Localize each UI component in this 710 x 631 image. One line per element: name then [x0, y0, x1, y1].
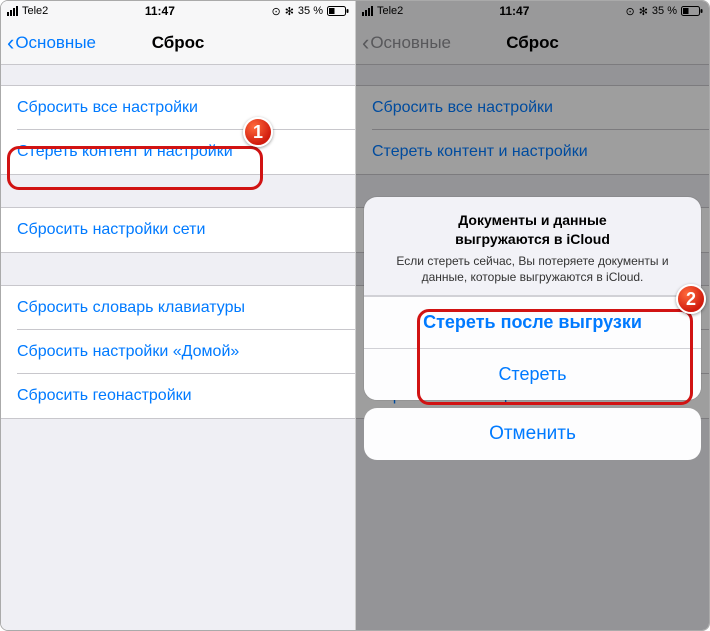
- sheet-title: Документы и данные выгружаются в iCloud: [382, 211, 683, 249]
- signal-icon: [7, 6, 18, 16]
- settings-list: Сбросить все настройки Стереть контент и…: [1, 65, 355, 419]
- chevron-left-icon: ‹: [7, 32, 14, 54]
- group-3: Сбросить словарь клавиатуры Сбросить нас…: [1, 285, 355, 419]
- sheet-header: Документы и данные выгружаются в iCloud …: [364, 197, 701, 296]
- battery-percent: 35 %: [298, 5, 323, 17]
- back-button-label: Основные: [15, 33, 96, 53]
- erase-content-settings[interactable]: Стереть контент и настройки: [1, 130, 355, 174]
- nav-bar: ‹ Основные Сброс: [1, 21, 355, 65]
- reset-location-privacy[interactable]: Сбросить геонастройки: [1, 374, 355, 418]
- button-label: Стереть после выгрузки: [423, 312, 642, 333]
- erase-now-button[interactable]: Стереть: [364, 348, 701, 400]
- row-label: Сбросить все настройки: [17, 99, 198, 117]
- battery-icon: [327, 6, 349, 16]
- reset-all-settings[interactable]: Сбросить все настройки: [1, 86, 355, 130]
- status-bar: Tele2 11:47 ⊙ ✻ 35 %: [1, 1, 355, 21]
- erase-after-upload-button[interactable]: Стереть после выгрузки: [364, 296, 701, 348]
- reset-home-layout[interactable]: Сбросить настройки «Домой»: [1, 330, 355, 374]
- row-label: Сбросить словарь клавиатуры: [17, 299, 245, 317]
- row-label: Сбросить настройки сети: [17, 221, 205, 239]
- action-sheet: Документы и данные выгружаются в iCloud …: [364, 197, 701, 460]
- button-label: Отменить: [489, 423, 576, 445]
- phone-left: Tele2 11:47 ⊙ ✻ 35 % ‹ Основные Сброс Сб…: [1, 1, 355, 630]
- bluetooth-icon: ✻: [285, 5, 294, 18]
- button-label: Стереть: [498, 364, 566, 385]
- back-button[interactable]: ‹ Основные: [1, 32, 96, 54]
- carrier-label: Tele2: [22, 5, 48, 17]
- sheet-message: Если стереть сейчас, Вы потеряете докуме…: [382, 253, 683, 285]
- status-time: 11:47: [145, 4, 175, 18]
- tutorial-frame: Tele2 11:47 ⊙ ✻ 35 % ‹ Основные Сброс Сб…: [0, 0, 710, 631]
- reset-network[interactable]: Сбросить настройки сети: [1, 208, 355, 252]
- group-2: Сбросить настройки сети: [1, 207, 355, 253]
- row-label: Стереть контент и настройки: [17, 143, 233, 161]
- group-1: Сбросить все настройки Стереть контент и…: [1, 85, 355, 175]
- row-label: Сбросить настройки «Домой»: [17, 343, 239, 361]
- reset-keyboard-dict[interactable]: Сбросить словарь клавиатуры: [1, 286, 355, 330]
- row-label: Сбросить геонастройки: [17, 387, 192, 405]
- cancel-button[interactable]: Отменить: [364, 408, 701, 460]
- alarm-icon: ⊙: [271, 5, 280, 18]
- phone-right: Tele2 11:47 ⊙ ✻ 35 % ‹ Основные Сброс Сб…: [355, 1, 709, 630]
